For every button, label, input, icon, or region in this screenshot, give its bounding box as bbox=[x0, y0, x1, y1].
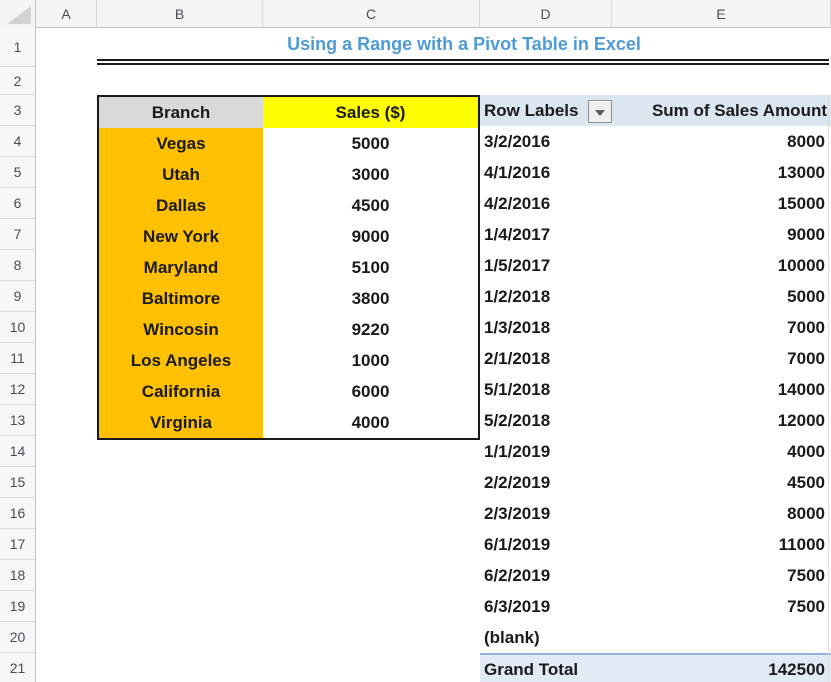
row-header[interactable]: 3 bbox=[0, 95, 35, 126]
branch-name-cell[interactable]: New York bbox=[99, 221, 263, 252]
column-header-b[interactable]: B bbox=[97, 0, 263, 28]
branch-sales-cell[interactable]: 9000 bbox=[263, 221, 478, 252]
column-header-c[interactable]: C bbox=[263, 0, 480, 28]
pivot-row-label-cell[interactable]: 3/2/2016 bbox=[480, 126, 612, 157]
branch-name-cell[interactable]: Los Angeles bbox=[99, 345, 263, 376]
branch-sales-cell[interactable]: 4500 bbox=[263, 190, 478, 221]
branch-name-cell[interactable]: Dallas bbox=[99, 190, 263, 221]
sales-header-cell[interactable]: Sales ($) bbox=[263, 97, 478, 128]
pivot-row-label-cell[interactable]: 1/2/2018 bbox=[480, 281, 612, 312]
branch-name-cell[interactable]: California bbox=[99, 376, 263, 407]
pivot-row-value-cell[interactable]: 4000 bbox=[612, 436, 831, 467]
row-header[interactable]: 11 bbox=[0, 343, 35, 374]
pivot-row-value-cell[interactable]: 7500 bbox=[612, 591, 831, 622]
filter-dropdown-icon bbox=[595, 109, 605, 116]
row-header-bar: 1 2 3 4 5 6 7 8 9 10 11 12 13 14 15 16 17 18 19 20 21 bbox=[0, 28, 36, 682]
branch-sales-cell[interactable]: 5100 bbox=[263, 252, 478, 283]
row-header[interactable]: 18 bbox=[0, 560, 35, 591]
pivot-row-value-cell[interactable]: 7500 bbox=[612, 560, 831, 591]
pivot-row-label-cell[interactable]: 1/5/2017 bbox=[480, 250, 612, 281]
row-labels-filter-button[interactable] bbox=[588, 100, 612, 123]
branch-name-cell[interactable]: Maryland bbox=[99, 252, 263, 283]
row-header[interactable]: 14 bbox=[0, 436, 35, 467]
pivot-row-value-cell[interactable]: 15000 bbox=[612, 188, 831, 219]
pivot-row-value-cell[interactable]: 8000 bbox=[612, 498, 831, 529]
branch-sales-table: Branch Sales ($) Vegas 5000 Utah 3000 Dallas… bbox=[97, 95, 480, 440]
column-header-a[interactable]: A bbox=[36, 0, 97, 28]
pivot-row-label-cell[interactable]: 5/2/2018 bbox=[480, 405, 612, 436]
column-header-bar: A B C D E bbox=[0, 0, 831, 28]
pivot-row-value-cell[interactable]: 10000 bbox=[612, 250, 831, 281]
select-all-triangle-icon bbox=[7, 6, 31, 24]
row-header[interactable]: 17 bbox=[0, 529, 35, 560]
row-header[interactable]: 19 bbox=[0, 591, 35, 622]
pivot-row-label-cell[interactable]: 2/1/2018 bbox=[480, 343, 612, 374]
pivot-row-label-cell[interactable]: 4/2/2016 bbox=[480, 188, 612, 219]
row-header[interactable]: 12 bbox=[0, 374, 35, 405]
pivot-grand-total-value[interactable]: 142500 bbox=[612, 653, 831, 682]
pivot-row-label-cell[interactable]: 1/3/2018 bbox=[480, 312, 612, 343]
pivot-grand-total-label[interactable]: Grand Total bbox=[480, 653, 612, 682]
branch-name-cell[interactable]: Virginia bbox=[99, 407, 263, 438]
branch-sales-cell[interactable]: 3800 bbox=[263, 283, 478, 314]
pivot-values-header[interactable]: Sum of Sales Amount bbox=[612, 95, 831, 126]
pivot-row-label-cell[interactable]: (blank) bbox=[480, 622, 612, 653]
pivot-row-value-cell[interactable]: 14000 bbox=[612, 374, 831, 405]
pivot-row-value-cell[interactable]: 4500 bbox=[612, 467, 831, 498]
select-all-corner[interactable] bbox=[0, 0, 36, 28]
pivot-row-value-cell[interactable]: 11000 bbox=[612, 529, 831, 560]
branch-name-cell[interactable]: Baltimore bbox=[99, 283, 263, 314]
column-e-gridline bbox=[828, 95, 829, 682]
pivot-row-label-cell[interactable]: 2/2/2019 bbox=[480, 467, 612, 498]
branch-name-cell[interactable]: Utah bbox=[99, 159, 263, 190]
row-header[interactable]: 20 bbox=[0, 622, 35, 653]
pivot-row-label-cell[interactable]: 6/2/2019 bbox=[480, 560, 612, 591]
pivot-row-value-cell[interactable]: 7000 bbox=[612, 343, 831, 374]
branch-sales-cell[interactable]: 1000 bbox=[263, 345, 478, 376]
row-header[interactable]: 5 bbox=[0, 157, 35, 188]
pivot-row-value-cell[interactable]: 12000 bbox=[612, 405, 831, 436]
branch-sales-cell[interactable]: 3000 bbox=[263, 159, 478, 190]
pivot-row-label-cell[interactable]: 1/4/2017 bbox=[480, 219, 612, 250]
pivot-row-value-cell[interactable]: 5000 bbox=[612, 281, 831, 312]
row-header[interactable]: 16 bbox=[0, 498, 35, 529]
column-header-e[interactable]: E bbox=[612, 0, 831, 28]
pivot-row-label-cell[interactable]: 5/1/2018 bbox=[480, 374, 612, 405]
pivot-row-value-cell[interactable]: 7000 bbox=[612, 312, 831, 343]
row-header[interactable]: 2 bbox=[0, 67, 35, 95]
pivot-row-label-cell[interactable]: 2/3/2019 bbox=[480, 498, 612, 529]
pivot-row-value-cell[interactable]: 8000 bbox=[612, 126, 831, 157]
row-header[interactable]: 8 bbox=[0, 250, 35, 281]
row-header[interactable]: 6 bbox=[0, 188, 35, 219]
pivot-row-value-cell[interactable]: 9000 bbox=[612, 219, 831, 250]
branch-name-cell[interactable]: Wincosin bbox=[99, 314, 263, 345]
excel-sheet: A B C D E 1 2 3 4 5 6 7 8 9 10 11 12 13 14 15 16 17 18 19 2… bbox=[0, 0, 831, 682]
row-header[interactable]: 9 bbox=[0, 281, 35, 312]
pivot-row-label-cell[interactable]: 6/3/2019 bbox=[480, 591, 612, 622]
branch-sales-cell[interactable]: 6000 bbox=[263, 376, 478, 407]
branch-sales-cell[interactable]: 9220 bbox=[263, 314, 478, 345]
branch-name-cell[interactable]: Vegas bbox=[99, 128, 263, 159]
pivot-table: Row Labels Sum of Sales Amount 3/2/2016 8… bbox=[480, 95, 831, 682]
row-header[interactable]: 15 bbox=[0, 467, 35, 498]
branch-sales-cell[interactable]: 4000 bbox=[263, 407, 478, 438]
sheet-title[interactable]: Using a Range with a Pivot Table in Exce… bbox=[97, 28, 831, 59]
row-header[interactable]: 13 bbox=[0, 405, 35, 436]
pivot-row-value-cell[interactable]: 13000 bbox=[612, 157, 831, 188]
pivot-row-label-cell[interactable]: 1/1/2019 bbox=[480, 436, 612, 467]
branch-header-cell[interactable]: Branch bbox=[99, 97, 263, 128]
pivot-row-label-cell[interactable]: 4/1/2016 bbox=[480, 157, 612, 188]
branch-sales-cell[interactable]: 5000 bbox=[263, 128, 478, 159]
pivot-row-value-cell[interactable] bbox=[612, 622, 831, 653]
row-header[interactable]: 10 bbox=[0, 312, 35, 343]
pivot-row-label-cell[interactable]: 6/1/2019 bbox=[480, 529, 612, 560]
row-header[interactable]: 4 bbox=[0, 126, 35, 157]
row-header[interactable]: 21 bbox=[0, 653, 35, 682]
title-double-underline bbox=[97, 59, 829, 65]
row-header[interactable]: 7 bbox=[0, 219, 35, 250]
column-header-d[interactable]: D bbox=[480, 0, 612, 28]
row-header[interactable]: 1 bbox=[0, 28, 35, 67]
